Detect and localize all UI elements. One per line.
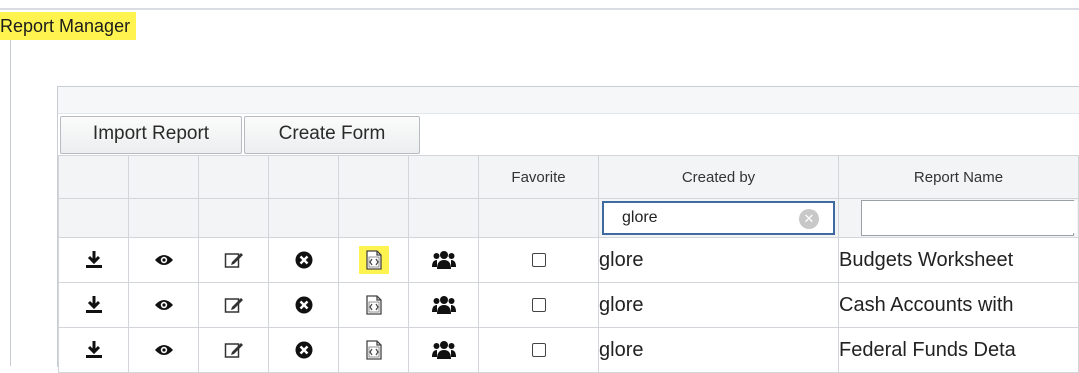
edit-icon[interactable] [224,251,244,269]
view-icon[interactable] [154,253,174,267]
delete-icon[interactable] [295,296,313,314]
download-icon[interactable] [84,250,104,270]
col-favorite-header[interactable]: Favorite [478,155,599,199]
favorite-checkbox[interactable] [531,253,546,268]
edit-icon[interactable] [224,296,244,314]
report-name-filter-input[interactable] [862,201,1077,233]
table-row[interactable]: glore Budgets Worksheet [58,237,1079,283]
users-icon[interactable] [431,295,456,315]
import-report-button[interactable]: Import Report [60,116,242,154]
code-file-icon[interactable] [365,340,383,360]
panel-header-strip [58,87,1079,114]
col-download-header [58,155,129,199]
download-icon[interactable] [84,340,104,360]
created-by-filter-input[interactable] [610,206,804,230]
left-divider [10,40,11,366]
report-name-cell[interactable]: Cash Accounts with [838,282,1079,328]
delete-icon[interactable] [295,251,313,269]
col-view-header [128,155,199,199]
col-edit-header [198,155,269,199]
users-icon[interactable] [431,340,456,360]
top-divider [0,8,1079,10]
header-row: Favorite Created by Report Name [58,155,1079,199]
col-share-header [408,155,479,199]
col-source-header [338,155,409,199]
delete-icon[interactable] [295,341,313,359]
download-icon[interactable] [84,295,104,315]
report-name-filter [861,200,1077,236]
col-created-by-header[interactable]: Created by [598,155,839,199]
clear-filter-icon[interactable]: ✕ [799,209,819,229]
created-by-filter: ✕ [602,201,835,235]
code-file-icon[interactable] [358,246,389,274]
report-panel: Import Report Create Form Favorite Creat… [57,86,1079,373]
created-by-cell: glore [598,237,839,283]
table-row[interactable]: glore Cash Accounts with [58,282,1079,328]
filter-row: ✕ [58,198,1079,238]
code-file-icon[interactable] [365,295,383,315]
favorite-checkbox[interactable] [531,298,546,313]
view-icon[interactable] [154,298,174,312]
favorite-checkbox[interactable] [531,343,546,358]
reports-table: Favorite Created by Report Name ✕ [58,155,1079,373]
view-icon[interactable] [154,343,174,357]
edit-icon[interactable] [224,341,244,359]
create-form-button[interactable]: Create Form [244,116,420,154]
users-icon[interactable] [431,250,456,270]
created-by-cell: glore [598,282,839,328]
col-report-name-header[interactable]: Report Name [838,155,1079,199]
col-delete-header [268,155,339,199]
report-name-cell[interactable]: Budgets Worksheet [838,237,1079,283]
page-title: Report Manager [0,12,137,40]
